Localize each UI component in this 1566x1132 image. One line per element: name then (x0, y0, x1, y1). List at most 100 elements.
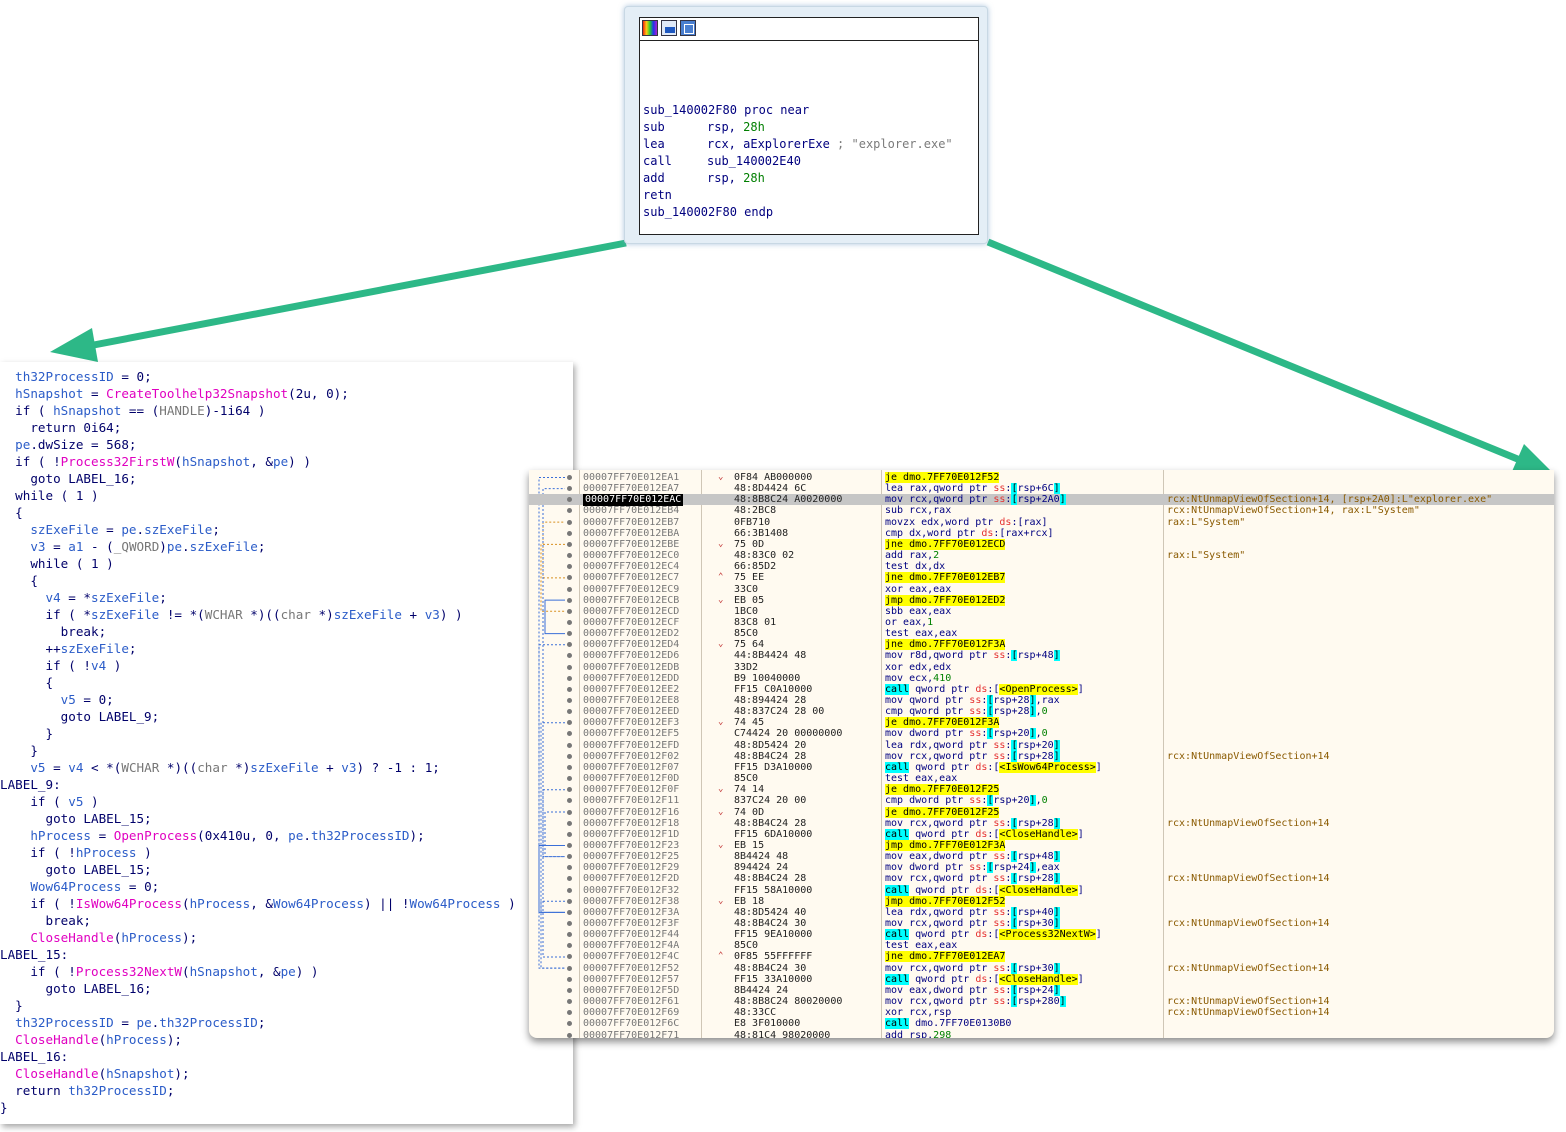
breakpoint-dot[interactable] (567, 876, 572, 882)
disasm-row[interactable]: 00007FF70E012F1D FF15 6DA10000 call qword … (529, 828, 1554, 840)
ida-node-body[interactable]: sub_140002F80 proc near sub rsp, 28h lea rcx… (639, 17, 979, 235)
breakpoint-dot[interactable] (567, 1032, 572, 1038)
breakpoint-dot[interactable] (567, 831, 572, 837)
breakpoint-dot[interactable] (567, 608, 572, 614)
disasm-row[interactable]: 00007FF70E012F3F 48:8B4C24 30 mov rcx,qwor… (529, 918, 1554, 929)
disasm-row[interactable]: 00007FF70E012F44 FF15 9EA10000 call qword … (529, 929, 1554, 941)
breakpoint-dot[interactable] (567, 586, 572, 592)
breakpoint-dot[interactable] (567, 820, 572, 826)
disasm-row[interactable]: 00007FF70E012F23 ⌄ EB 15 jmp dmo.7FF70E012F… (529, 839, 1554, 851)
breakpoint-dot[interactable] (567, 664, 572, 670)
disasm-row[interactable]: 00007FF70E012EF3 ⌄ 74 45 je dmo.7FF70E012F3… (529, 717, 1554, 729)
breakpoint-dot[interactable] (567, 497, 572, 503)
breakpoint-dot[interactable] (567, 943, 572, 949)
disasm-row[interactable]: 00007FF70E012F02 48:8B4C24 28 mov rcx,qwor… (529, 750, 1554, 762)
disasm-row[interactable]: 00007FF70E012F29 894424 24 mov dword ptr s… (529, 862, 1554, 874)
breakpoint-dot[interactable] (567, 842, 572, 848)
disasm-row[interactable]: 00007FF70E012EFD 48:8D5424 20 lea rdx,qwor… (529, 739, 1554, 751)
breakpoint-dot[interactable] (567, 1021, 572, 1027)
breakpoint-dot[interactable] (567, 787, 572, 793)
breakpoint-dot[interactable] (567, 965, 572, 971)
breakpoint-dot[interactable] (567, 508, 572, 514)
breakpoint-dot[interactable] (567, 519, 572, 525)
disasm-row[interactable]: 00007FF70E012EED 48:837C24 28 00 cmp qword… (529, 706, 1554, 718)
breakpoint-dot[interactable] (567, 764, 572, 770)
disasm-row[interactable]: 00007FF70E012EC0 48:83C0 02 add rax,2 rax:L… (529, 550, 1554, 561)
breakpoint-dot[interactable] (567, 976, 572, 982)
disasm-row[interactable]: 00007FF70E012F52 48:8B4C24 30 mov rcx,qwor… (529, 962, 1554, 974)
disasm-row[interactable]: 00007FF70E012F0F ⌄ 74 14 je dmo.7FF70E012F2… (529, 784, 1554, 796)
graph-view-icon[interactable] (680, 20, 696, 36)
breakpoint-dot[interactable] (567, 631, 572, 637)
breakpoint-dot[interactable] (567, 854, 572, 860)
disasm-row[interactable]: 00007FF70E012EC9 33C0 xor eax,eax (529, 584, 1554, 595)
disasm-row[interactable]: 00007FF70E012F5D 8B4424 24 mov eax,dword p… (529, 984, 1554, 996)
breakpoint-dot[interactable] (567, 698, 572, 703)
disasm-row[interactable]: 00007FF70E012F61 48:8B8C24 80020000 mov rc… (529, 996, 1554, 1008)
disasm-row[interactable]: 00007FF70E012EE2 FF15 C0A10000 call qword … (529, 683, 1554, 695)
disasm-row[interactable]: 00007FF70E012ECB ⌄ EB 05 jmp dmo.7FF70E012E… (529, 594, 1554, 606)
disasm-row[interactable]: 00007FF70E012EE8 48:894424 28 mov qword pt… (529, 695, 1554, 706)
breakpoint-dot[interactable] (567, 575, 572, 581)
disasm-row[interactable]: 00007FF70E012F3A 48:8D5424 40 lea rdx,qwor… (529, 906, 1554, 918)
disasm-row[interactable]: 00007FF70E012EA1 ⌄ 0F84 AB000000 je dmo.7FF… (529, 472, 1554, 483)
breakpoint-dot[interactable] (567, 709, 572, 715)
breakpoint-dot[interactable] (567, 530, 572, 536)
disasm-row[interactable]: 00007FF70E012EC7 ⌃ 75 EE jne dmo.7FF70E012E… (529, 572, 1554, 584)
breakpoint-dot[interactable] (567, 686, 572, 692)
disasm-row[interactable]: 00007FF70E012EB4 48:2BC8 sub rcx,rax rcx:Nt… (529, 505, 1554, 516)
breakpoint-dot[interactable] (567, 653, 572, 659)
breakpoint-dot[interactable] (567, 486, 572, 492)
disasm-row[interactable]: 00007FF70E012F6C E8 3F010000 call dmo.7FF7… (529, 1018, 1554, 1030)
disasm-row[interactable]: 00007FF70E012F4A 85C0 test eax,eax (529, 940, 1554, 951)
disasm-row[interactable]: 00007FF70E012F57 FF15 33A10000 call qword … (529, 973, 1554, 985)
breakpoint-dot[interactable] (567, 909, 572, 915)
breakpoint-dot[interactable] (567, 564, 572, 570)
breakpoint-dot[interactable] (567, 742, 572, 748)
disasm-row[interactable]: 00007FF70E012F71 48:81C4 98020000 add rsp,… (529, 1030, 1554, 1038)
disasm-row[interactable]: 00007FF70E012F0D 85C0 test eax,eax (529, 773, 1554, 784)
disasm-row[interactable]: 00007FF70E012F32 FF15 58A10000 call qword … (529, 884, 1554, 896)
disasm-row[interactable]: 00007FF70E012EBE ⌄ 75 0D jne dmo.7FF70E012E… (529, 538, 1554, 550)
disasm-row[interactable]: 00007FF70E012ECF 83C8 01 or eax,1 (529, 617, 1554, 628)
disasm-row[interactable]: 00007FF70E012F07 FF15 D3A10000 call qword … (529, 761, 1554, 773)
breakpoint-dot[interactable] (567, 642, 572, 648)
breakpoint-dot[interactable] (567, 731, 572, 737)
breakpoint-dot[interactable] (567, 720, 572, 726)
breakpoint-dot[interactable] (567, 798, 572, 804)
breakpoint-dot[interactable] (567, 865, 572, 871)
disasm-row[interactable]: 00007FF70E012F16 ⌄ 74 0D je dmo.7FF70E012F2… (529, 806, 1554, 818)
disasm-row[interactable]: 00007FF70E012F2D 48:8B4C24 28 mov rcx,qwor… (529, 873, 1554, 885)
disasm-row[interactable]: 00007FF70E012ECD 1BC0 sbb eax,eax (529, 606, 1554, 617)
disasm-row[interactable]: 00007FF70E012F38 ⌄ EB 18 jmp dmo.7FF70E012F… (529, 895, 1554, 907)
disasm-row[interactable]: 00007FF70E012ED4 ⌄ 75 64 jne dmo.7FF70E012F… (529, 639, 1554, 651)
breakpoint-dot[interactable] (567, 809, 572, 815)
breakpoint-dot[interactable] (567, 675, 572, 681)
edit-node-icon[interactable] (661, 20, 677, 36)
breakpoint-dot[interactable] (567, 932, 572, 938)
disasm-row[interactable]: 00007FF70E012ED6 44:8B4424 48 mov r8d,qwor… (529, 650, 1554, 662)
breakpoint-dot[interactable] (567, 954, 572, 960)
breakpoint-dot[interactable] (567, 999, 572, 1005)
breakpoint-dot[interactable] (567, 475, 572, 480)
color-palette-icon[interactable] (642, 20, 658, 36)
disasm-row[interactable]: 00007FF70E012EDB 33D2 xor edx,edx (529, 662, 1554, 673)
disasm-row[interactable]: 00007FF70E012EA7 48:8D4424 6C lea rax,qwor… (529, 483, 1554, 495)
breakpoint-dot[interactable] (567, 776, 572, 782)
breakpoint-dot[interactable] (567, 921, 572, 926)
disasm-row[interactable]: 00007FF70E012EF5 C74424 20 00000000 mov dw… (529, 728, 1554, 740)
breakpoint-dot[interactable] (567, 619, 572, 625)
disasm-row[interactable]: 00007FF70E012F11 837C24 20 00 cmp dword pt… (529, 795, 1554, 807)
breakpoint-dot[interactable] (567, 987, 572, 993)
disasm-row[interactable]: 00007FF70E012F69 48:33CC xor rcx,rsp rcx:Nt… (529, 1007, 1554, 1018)
breakpoint-dot[interactable] (567, 553, 572, 559)
disasm-row[interactable]: 00007FF70E012ED2 85C0 test eax,eax (529, 628, 1554, 639)
disasm-row[interactable]: 00007FF70E012F4C ⌃ 0F85 55FFFFFF jne dmo.7F… (529, 951, 1554, 963)
breakpoint-dot[interactable] (567, 1010, 572, 1016)
breakpoint-dot[interactable] (567, 898, 572, 904)
disasm-row[interactable]: 00007FF70E012F25 8B4424 48 mov eax,dword p… (529, 851, 1554, 863)
disasm-row[interactable]: 00007FF70E012F18 48:8B4C24 28 mov rcx,qwor… (529, 817, 1554, 829)
breakpoint-dot[interactable] (567, 753, 572, 759)
disasm-row[interactable]: 00007FF70E012EC4 66:85D2 test dx,dx (529, 561, 1554, 572)
breakpoint-dot[interactable] (567, 541, 572, 547)
